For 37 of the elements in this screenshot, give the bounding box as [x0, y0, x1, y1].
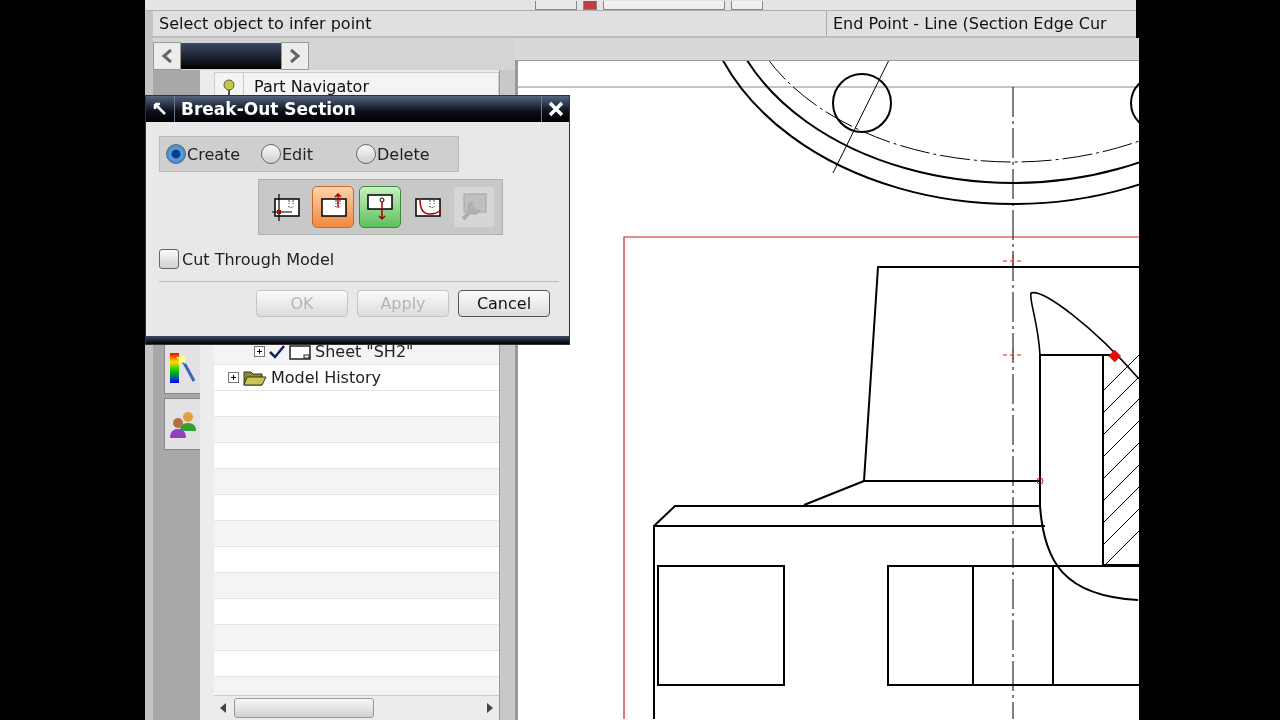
dialog-title: Break-Out Section: [180, 99, 357, 119]
close-icon: [547, 101, 564, 117]
roles-tab[interactable]: [164, 398, 200, 450]
expand-icon[interactable]: [254, 346, 265, 357]
cut-through-checkbox[interactable]: Cut Through Model: [159, 249, 559, 269]
tab-scroll-bar[interactable]: [181, 43, 281, 69]
toolbar-button[interactable]: [535, 1, 577, 10]
navigator-title: Part Navigator: [253, 77, 369, 96]
check-icon[interactable]: [269, 344, 285, 359]
scroll-right-icon[interactable]: [487, 703, 493, 713]
tree-label: Sheet "SH2": [315, 342, 414, 361]
expand-icon[interactable]: [228, 372, 239, 383]
tree-label: Model History: [271, 368, 382, 387]
users-icon: [167, 409, 198, 439]
tool-button[interactable]: [312, 186, 354, 228]
mode-radio[interactable]: Create: [166, 144, 261, 164]
arrow-icon[interactable]: [153, 102, 167, 116]
scroll-thumb[interactable]: [234, 698, 374, 718]
point-box-icon: [270, 191, 302, 223]
status-prompt: Select object to infer point: [158, 13, 373, 35]
palette-tab[interactable]: [164, 342, 200, 394]
scroll-right-button[interactable]: [281, 42, 309, 70]
sheet-icon: [289, 343, 311, 360]
extend-box-icon: [364, 191, 396, 223]
color-wand-icon: [167, 351, 198, 385]
chevron-left-icon: [161, 48, 173, 64]
mode-radio[interactable]: Edit: [261, 144, 356, 164]
toolbar-field[interactable]: [603, 1, 725, 10]
pin-icon[interactable]: [222, 78, 236, 95]
folder-icon: [243, 369, 267, 386]
mode-radio[interactable]: Delete: [356, 144, 451, 164]
scroll-left-icon[interactable]: [220, 703, 226, 713]
dialog-button[interactable]: Cancel: [458, 290, 550, 317]
scroll-left-button[interactable]: [153, 42, 181, 70]
chevron-right-icon: [289, 48, 301, 64]
tool-button[interactable]: [359, 186, 401, 228]
toolbar-button[interactable]: [731, 1, 763, 10]
